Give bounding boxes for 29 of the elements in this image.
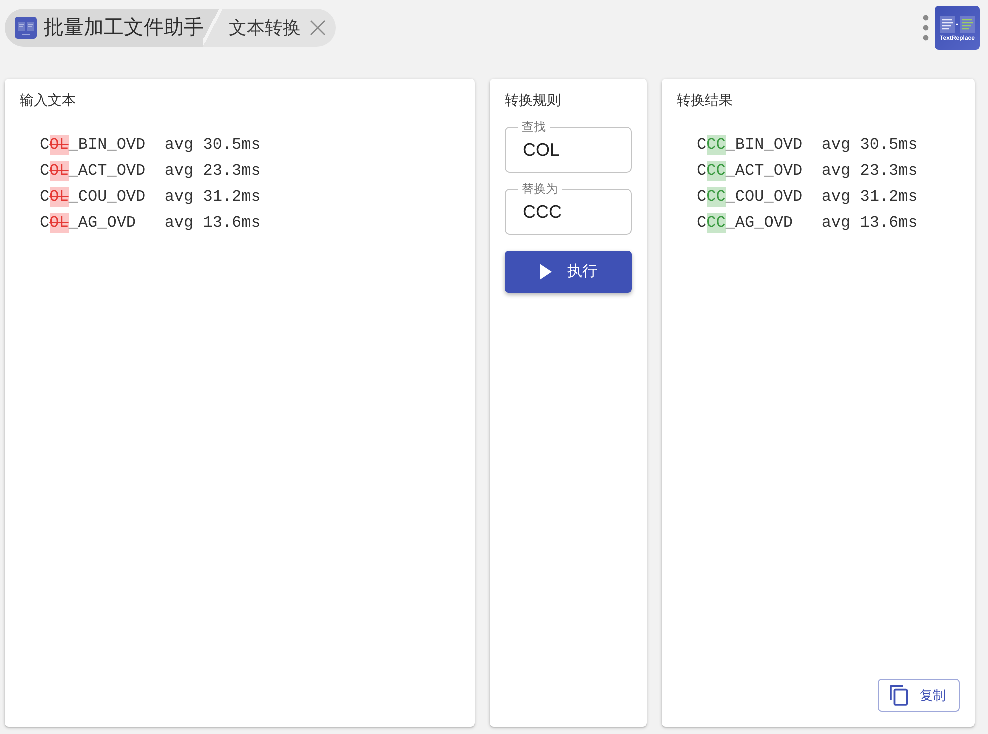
play-icon bbox=[540, 264, 552, 280]
more-button[interactable] bbox=[923, 15, 929, 41]
app-logo-icon bbox=[15, 17, 37, 39]
panel-title: 转换规则 bbox=[505, 91, 562, 110]
documents-icon bbox=[940, 16, 975, 33]
run-button[interactable]: 执行 bbox=[505, 251, 632, 293]
code-line: CCC_AG_OVD avg 13.6ms bbox=[697, 212, 919, 235]
breadcrumb-current: 文本转换 bbox=[229, 17, 301, 40]
more-vertical-icon bbox=[923, 15, 929, 41]
breadcrumb-link[interactable]: 批量加工文件助手 bbox=[5, 9, 223, 47]
panel-title: 输入文本 bbox=[20, 91, 77, 110]
code-line: CCC_BIN_OVD avg 30.5ms bbox=[697, 134, 919, 157]
code-line: COL_COU_OVD avg 31.2ms bbox=[40, 186, 262, 209]
text-input[interactable]: CCC bbox=[518, 198, 619, 226]
field-label: 查找 bbox=[521, 120, 547, 134]
text-field[interactable]: 查找 COL bbox=[505, 120, 632, 173]
close-icon bbox=[310, 20, 326, 36]
code-line: COL_ACT_OVD avg 23.3ms bbox=[40, 160, 262, 183]
text-field[interactable]: 替换为 CCC bbox=[505, 182, 632, 235]
code-line: CCC_ACT_OVD avg 23.3ms bbox=[697, 160, 919, 183]
code-line: COL_AG_OVD avg 13.6ms bbox=[40, 212, 262, 235]
text-input[interactable]: COL bbox=[518, 136, 619, 164]
panel-title: 转换结果 bbox=[677, 91, 734, 110]
code-line: COL_BIN_OVD avg 30.5ms bbox=[40, 134, 262, 157]
copy-icon bbox=[890, 685, 908, 706]
close-button[interactable] bbox=[310, 20, 326, 36]
field-label: 替换为 bbox=[521, 182, 559, 196]
code-line: CCC_COU_OVD avg 31.2ms bbox=[697, 186, 919, 209]
copy-button[interactable]: 复制 bbox=[878, 679, 960, 712]
